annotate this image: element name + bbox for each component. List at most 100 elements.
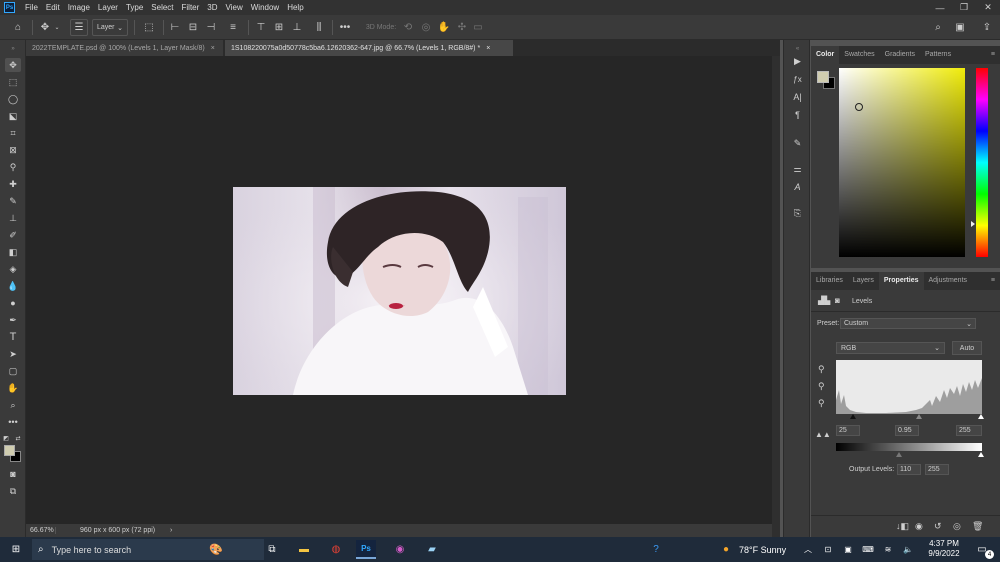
layer-dropdown[interactable]: Layer ⌄: [92, 19, 128, 36]
doc-tab-photo[interactable]: 1S108220075a0d50778c5ba6.12620362-647.jp…: [225, 40, 514, 56]
preset-dropdown[interactable]: Custom ⌄: [840, 318, 976, 329]
auto-select-checkbox[interactable]: ☰: [70, 19, 88, 36]
move-tool-icon[interactable]: ✥: [5, 58, 21, 72]
trash-icon[interactable]: 🗑: [972, 521, 983, 532]
menu-help[interactable]: Help: [283, 0, 307, 15]
quick-select-tool-icon[interactable]: ⬕: [5, 109, 21, 123]
system-clock[interactable]: 4:37 PM 9/9/2022: [922, 539, 966, 559]
menu-window[interactable]: Window: [247, 0, 283, 15]
output-black-field[interactable]: 110: [897, 464, 921, 475]
close-icon[interactable]: ×: [211, 45, 215, 52]
share-icon[interactable]: ⇪: [980, 19, 994, 36]
menu-filter[interactable]: Filter: [178, 0, 204, 15]
input-white-field[interactable]: 255: [956, 425, 982, 436]
blur-tool-icon[interactable]: 💧: [5, 279, 21, 293]
color-picker-cursor[interactable]: [855, 103, 863, 111]
wifi-icon[interactable]: ≋: [878, 540, 898, 559]
brush-settings-icon[interactable]: ✎: [790, 136, 805, 150]
input-gamma-handle[interactable]: [916, 414, 922, 419]
dodge-tool-icon[interactable]: ●: [5, 296, 21, 310]
healing-brush-tool-icon[interactable]: ✚: [5, 177, 21, 191]
document-image[interactable]: [233, 187, 566, 395]
edit-toolbar-icon[interactable]: •••: [5, 415, 21, 429]
foreground-color-swatch[interactable]: [4, 445, 15, 456]
align-middle-icon[interactable]: ⊞: [272, 19, 286, 36]
reset-icon[interactable]: ↺: [934, 521, 942, 532]
task-view-icon[interactable]: ⧉: [262, 540, 282, 559]
weather-icon[interactable]: ●: [716, 540, 736, 559]
character-icon[interactable]: A|: [790, 90, 805, 104]
visibility-eye-icon[interactable]: ◎: [953, 521, 961, 532]
quick-mask-icon[interactable]: ◙: [5, 467, 21, 481]
tray-icon-3[interactable]: ⌨: [858, 540, 878, 559]
layer-mask-icon[interactable]: ◙: [835, 296, 840, 305]
play-action-icon[interactable]: ▶: [790, 54, 805, 68]
menu-layer[interactable]: Layer: [94, 0, 122, 15]
more-options-icon[interactable]: •••: [338, 19, 352, 36]
path-selection-tool-icon[interactable]: ➤: [5, 347, 21, 361]
search-icon[interactable]: ⌕: [931, 19, 945, 36]
history-brush-tool-icon[interactable]: ✐: [5, 228, 21, 242]
tab-patterns[interactable]: Patterns: [920, 46, 956, 64]
notes-app-icon[interactable]: ▰: [422, 540, 442, 559]
zoom-level[interactable]: 66.67%: [26, 527, 56, 534]
panel-menu-icon[interactable]: ≡: [986, 272, 1000, 290]
distribute-vertical-icon[interactable]: ⫼: [312, 19, 326, 36]
restore-icon[interactable]: ❐: [952, 0, 976, 15]
show-hidden-icons-icon[interactable]: ︿: [798, 540, 818, 559]
clip-to-layer-icon[interactable]: ↓◧: [896, 521, 909, 532]
gray-point-eyedropper-icon[interactable]: ⚲: [818, 381, 825, 392]
input-white-handle[interactable]: [978, 414, 984, 419]
tab-adjustments[interactable]: Adjustments: [924, 272, 973, 290]
close-icon[interactable]: ×: [486, 45, 490, 52]
tab-swatches[interactable]: Swatches: [839, 46, 879, 64]
lasso-tool-icon[interactable]: ◯: [5, 92, 21, 106]
frame-tool-icon[interactable]: ⊠: [5, 143, 21, 157]
crop-tool-icon[interactable]: ⌗: [5, 126, 21, 140]
help-icon[interactable]: ?: [646, 540, 666, 559]
taskbar-search-box[interactable]: ⌕ Type here to search: [32, 539, 264, 560]
color-field[interactable]: [839, 68, 965, 257]
photoshop-taskbar-icon[interactable]: Ps: [356, 540, 376, 559]
tab-properties[interactable]: Properties: [878, 272, 924, 290]
menu-edit[interactable]: Edit: [42, 0, 64, 15]
vertical-scrollbar[interactable]: [772, 56, 780, 537]
clone-source-icon[interactable]: ⎘: [790, 206, 805, 220]
volume-icon[interactable]: 🔈: [898, 540, 918, 559]
auto-button[interactable]: Auto: [952, 341, 982, 355]
white-point-eyedropper-icon[interactable]: ⚲: [818, 398, 825, 409]
input-slider-track[interactable]: [836, 414, 984, 420]
distribute-icon[interactable]: ≡: [226, 19, 240, 36]
panel-menu-icon[interactable]: ≡: [986, 46, 1000, 64]
tray-icon-2[interactable]: ▣: [838, 540, 858, 559]
app-taskbar-icon[interactable]: ◉: [390, 540, 410, 559]
chrome-icon[interactable]: ◍: [326, 540, 346, 559]
search-highlights-icon[interactable]: 🎨: [206, 540, 226, 559]
align-bottom-icon[interactable]: ⊥: [290, 19, 304, 36]
swap-colors-icon[interactable]: ⇄: [14, 431, 22, 445]
hand-tool-icon[interactable]: ✋: [5, 381, 21, 395]
align-top-icon[interactable]: ⊤: [254, 19, 268, 36]
type-tool-icon[interactable]: T: [5, 330, 21, 344]
tray-icon-1[interactable]: ⊡: [818, 540, 838, 559]
file-explorer-icon[interactable]: ▬: [294, 540, 314, 559]
eyedropper-tool-icon[interactable]: ⚲: [5, 160, 21, 174]
weather-text[interactable]: 78°F Sunny: [739, 545, 786, 555]
chevron-down-icon[interactable]: ⌄: [53, 19, 61, 36]
brush-tool-icon[interactable]: ✎: [5, 194, 21, 208]
menu-select[interactable]: Select: [147, 0, 177, 15]
tab-layers[interactable]: Layers: [848, 272, 879, 290]
output-white-handle[interactable]: [978, 452, 984, 457]
home-icon[interactable]: ⌂: [10, 19, 26, 36]
menu-image[interactable]: Image: [64, 0, 94, 15]
view-previous-state-icon[interactable]: ◉: [915, 521, 923, 532]
clone-stamp-tool-icon[interactable]: ⊥: [5, 211, 21, 225]
pen-tool-icon[interactable]: ✒: [5, 313, 21, 327]
close-icon[interactable]: ✕: [976, 0, 1000, 15]
status-menu-arrow[interactable]: ›: [166, 527, 172, 534]
output-white-field[interactable]: 255: [925, 464, 949, 475]
workspace-icon[interactable]: ▣: [951, 19, 969, 36]
minimize-icon[interactable]: —: [928, 0, 952, 15]
doc-tab-template[interactable]: 2022TEMPLATE.psd @ 100% (Levels 1, Layer…: [26, 40, 224, 56]
clipping-warning-icon[interactable]: ▲▲: [815, 430, 831, 439]
